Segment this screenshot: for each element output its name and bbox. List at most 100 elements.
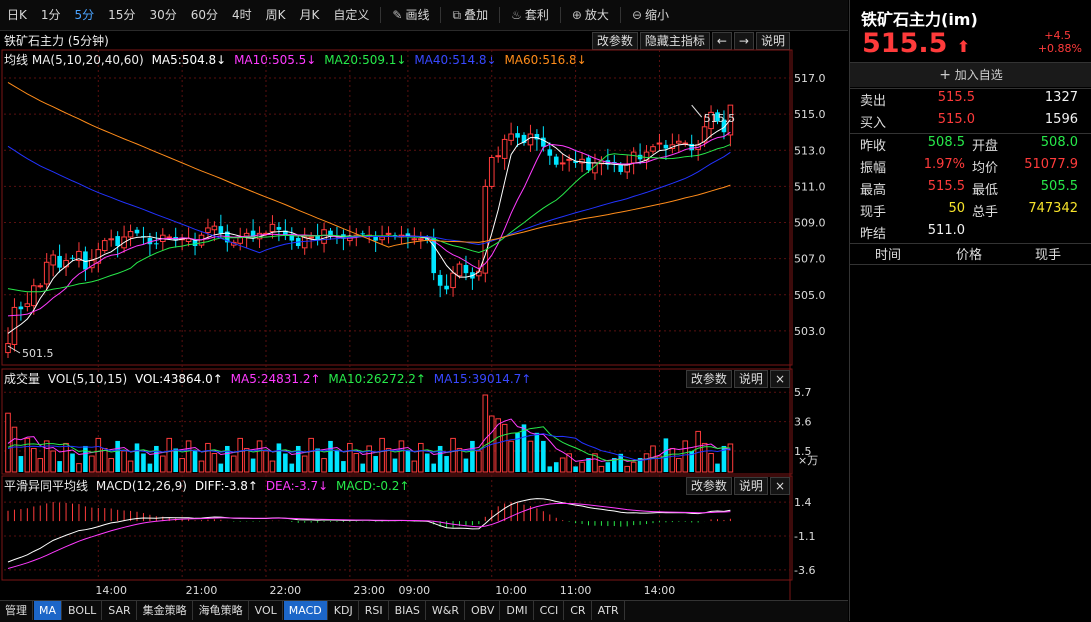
indicator-tab[interactable]: BOLL <box>63 601 103 620</box>
volume-bar <box>295 445 301 472</box>
quote-panel: 铁矿石主力(im) 515.5 ⬆ +4.5 +0.88% + 加入自选 卖出 … <box>849 0 1091 621</box>
candle-body <box>508 133 514 141</box>
candle-body <box>663 144 669 149</box>
stat-label: 最高 <box>860 183 887 198</box>
stat-label: 均价 <box>972 161 999 176</box>
candle-body <box>630 151 637 164</box>
add-watchlist-button[interactable]: + 加入自选 <box>850 63 1091 87</box>
volume-bar <box>141 453 146 472</box>
panel-button[interactable]: × <box>769 370 790 388</box>
ticks-header-qty: 现手 <box>1035 248 1062 263</box>
volume-bar <box>392 458 398 472</box>
indicator-tab[interactable]: W&R <box>427 601 465 620</box>
candle-body <box>24 303 31 308</box>
panel-button[interactable]: 说明 <box>733 477 768 495</box>
indicator-tab[interactable]: BIAS <box>390 601 426 620</box>
indicator-tab[interactable]: VOL <box>250 601 283 620</box>
indicator-tab[interactable]: MACD <box>283 601 328 620</box>
candle-body <box>11 306 18 345</box>
indicator-tab[interactable]: 海龟策略 <box>194 601 249 620</box>
panel-button[interactable]: 改参数 <box>685 370 732 388</box>
candle-body <box>566 158 572 161</box>
stat-label: 最低 <box>972 183 999 198</box>
volume-bar <box>669 447 676 473</box>
stat-row: 最高 515.5 最低 505.5 <box>850 179 1091 201</box>
volume-bar <box>211 453 218 473</box>
kline-chart[interactable]: 517.0 515.0 513.0 511.0 509.0 507.0 505.0 503.0… <box>0 0 848 600</box>
stat-value: 1.97% <box>923 157 965 172</box>
indicator-tabs: 管理 MA BOLL SAR 集金策略 海龟策略 VOL MACD KDJ RSI BIAS W&R O… <box>0 600 848 622</box>
volume-bar <box>289 463 295 472</box>
candle-body <box>360 233 366 235</box>
indicator-tab[interactable]: CR <box>565 601 592 620</box>
volume-bar <box>541 440 546 472</box>
volume-bar <box>315 448 320 472</box>
volume-bar <box>508 440 514 473</box>
candle-body <box>218 226 224 234</box>
bid-label: 买入 <box>860 116 887 131</box>
volume-bar <box>24 437 31 473</box>
indicator-tab[interactable]: DMI <box>501 601 534 620</box>
volume-bar <box>715 463 720 472</box>
macd-title: 平滑异同平均线 <box>4 479 89 493</box>
candle-body <box>624 164 631 173</box>
candle-body <box>166 236 173 239</box>
macd-panel-header: 平滑异同平均线 MACD(12,26,9) DIFF:-3.8↑ DEA:-3.… <box>0 477 790 495</box>
macd-dea: DEA:-3.7↓ <box>265 479 329 493</box>
time-axis-label: 10:00 <box>495 584 527 597</box>
macd-panel-buttons: 改参数 说明 × <box>684 477 790 495</box>
price-axis-label: 513.0 <box>794 144 826 157</box>
volume-bar <box>624 465 631 473</box>
volume-params: VOL(5,10,15) <box>47 372 128 386</box>
volume-bar <box>553 462 559 472</box>
high-marker-label: 515.5 <box>704 112 736 125</box>
volume-bar <box>708 453 714 473</box>
macd-axis-label: -3.6 <box>794 564 815 577</box>
indicator-tab[interactable]: KDJ <box>329 601 359 620</box>
indicator-tab[interactable]: RSI <box>360 601 389 620</box>
panel-button[interactable]: 改参数 <box>685 477 732 495</box>
indicator-tab[interactable]: OBV <box>466 601 501 620</box>
candle-body <box>5 343 11 354</box>
indicator-tab[interactable]: CCI <box>535 601 565 620</box>
indicator-tab[interactable]: 管理 <box>0 601 33 620</box>
candle-body <box>586 157 591 171</box>
candle-body <box>108 238 115 241</box>
candle-body <box>515 133 520 138</box>
volume-bar <box>450 437 456 473</box>
indicator-tab[interactable]: SAR <box>103 601 137 620</box>
volume-bar <box>243 447 250 473</box>
stat-label: 现手 <box>860 205 887 220</box>
volume-title: 成交量 <box>4 372 41 386</box>
panel-button[interactable]: 说明 <box>733 370 768 388</box>
indicator-tab[interactable]: 集金策略 <box>138 601 193 620</box>
candle-body <box>650 146 656 152</box>
stat-value: 505.5 <box>1040 179 1078 194</box>
volume-bar <box>431 463 436 472</box>
candle-body <box>154 243 159 245</box>
volume-ma15: MA15:39014.7↑ <box>433 372 532 386</box>
volume-bar <box>179 458 185 473</box>
stat-label: 总手 <box>972 205 999 220</box>
volume-bar <box>373 456 378 472</box>
indicator-tab[interactable]: MA <box>34 601 63 620</box>
candle-body <box>50 254 56 266</box>
bid-price: 515.0 <box>937 112 975 127</box>
panel-button[interactable]: × <box>769 477 790 495</box>
volume-bar <box>547 466 553 472</box>
volume-ma5: MA5:24831.2↑ <box>230 372 321 386</box>
last-price-value: 515.5 <box>862 28 948 59</box>
ask-label: 卖出 <box>860 94 887 109</box>
volume-bar <box>173 448 178 472</box>
candle-body <box>243 232 250 237</box>
instrument-name: 铁矿石主力(im) <box>861 10 978 29</box>
candle-body <box>547 149 553 156</box>
macd-value: MACD:-0.2↑ <box>335 479 410 493</box>
volume-bar <box>476 450 482 473</box>
candle-body <box>418 238 424 241</box>
indicator-tab[interactable]: ATR <box>593 601 625 620</box>
stat-value: 747342 <box>1028 201 1078 216</box>
volume-bar <box>411 460 418 473</box>
add-watchlist-label: 加入自选 <box>954 68 1003 82</box>
candle-body <box>541 137 546 147</box>
